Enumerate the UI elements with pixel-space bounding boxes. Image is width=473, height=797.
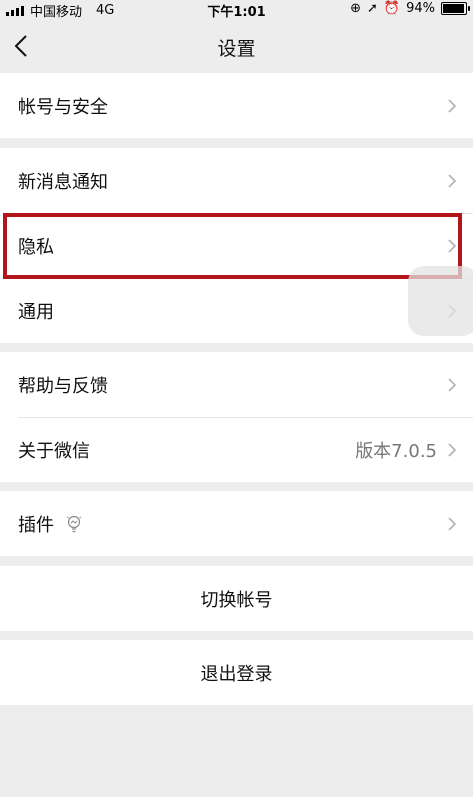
nav-bar: 设置	[0, 20, 473, 72]
version-value: 版本7.0.5	[355, 440, 437, 462]
plugins-label: 插件	[18, 514, 54, 536]
chevron-right-icon	[448, 442, 457, 457]
alarm-icon: ⏰	[383, 1, 401, 16]
chevron-right-icon	[448, 238, 457, 253]
help-feedback-label: 帮助与反馈	[18, 375, 108, 397]
floating-handle[interactable]	[408, 266, 473, 336]
plugins-row[interactable]: 插件	[0, 491, 473, 556]
battery-icon	[441, 2, 470, 15]
help-group: 帮助与反馈 关于微信 版本7.0.5	[0, 352, 473, 482]
logout-label: 退出登录	[200, 663, 273, 685]
new-message-row[interactable]: 新消息通知	[0, 148, 473, 213]
general-label: 通用	[18, 301, 54, 323]
status-bar: 中国移动 4G 下午1:01 ⊕ ➚ ⏰ 94%	[0, 0, 473, 20]
chevron-right-icon	[448, 173, 457, 188]
about-row[interactable]: 关于微信 版本7.0.5	[0, 417, 473, 482]
logout-button[interactable]: 退出登录	[0, 640, 473, 705]
new-message-label: 新消息通知	[18, 171, 108, 193]
account-security-label: 帐号与安全	[18, 96, 108, 118]
privacy-row[interactable]: 隐私	[0, 213, 473, 278]
account-security-row[interactable]: 帐号与安全	[0, 73, 473, 138]
help-feedback-row[interactable]: 帮助与反馈	[0, 352, 473, 417]
chevron-right-icon	[448, 377, 457, 392]
switch-account-group: 切换帐号	[0, 566, 473, 631]
status-right: ⊕ ➚ ⏰ 94%	[350, 1, 470, 16]
rotation-lock-icon: ⊕	[350, 1, 361, 16]
about-label: 关于微信	[18, 440, 90, 462]
battery-percent: 94%	[406, 1, 435, 16]
lightbulb-icon	[66, 515, 82, 532]
general-row[interactable]: 通用	[0, 278, 473, 343]
plugins-group: 插件	[0, 491, 473, 556]
chevron-right-icon	[448, 516, 457, 531]
message-group: 新消息通知 隐私 通用	[0, 148, 473, 343]
logout-group: 退出登录	[0, 640, 473, 705]
page-title: 设置	[217, 38, 256, 60]
chevron-right-icon	[448, 98, 457, 113]
switch-account-button[interactable]: 切换帐号	[0, 566, 473, 631]
account-group: 帐号与安全	[0, 73, 473, 138]
switch-account-label: 切换帐号	[200, 589, 273, 611]
location-icon: ➚	[367, 1, 378, 16]
privacy-label: 隐私	[18, 236, 54, 258]
